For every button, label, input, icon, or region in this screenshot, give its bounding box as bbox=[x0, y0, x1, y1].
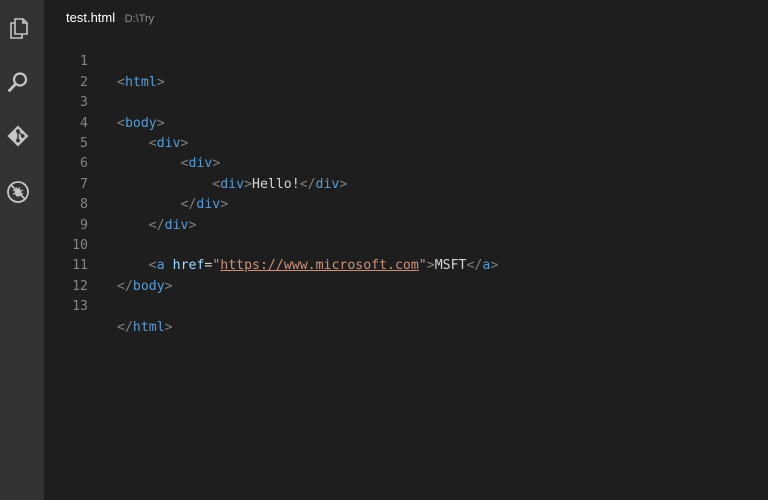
code-line: 4 <div> bbox=[44, 93, 768, 151]
vscode-window: test.html D:\Try 1 <html> 2 3 <body> 4 <… bbox=[0, 0, 768, 500]
tag-name: html bbox=[132, 319, 165, 335]
editor-pane: test.html D:\Try 1 <html> 2 3 <body> 4 <… bbox=[44, 0, 768, 500]
code-line: 9 bbox=[44, 195, 768, 233]
code-line: 11 </body> bbox=[44, 236, 768, 293]
debug-icon[interactable] bbox=[6, 180, 30, 204]
code-line: 7 </div> bbox=[44, 154, 768, 212]
file-path: D:\Try bbox=[124, 13, 155, 25]
code-line: 6 <div>Hello!</div> bbox=[44, 134, 768, 191]
code-line: 13 </html> bbox=[44, 277, 768, 334]
code-line: 5 <div> bbox=[44, 114, 768, 171]
code-line: 3 <body> bbox=[44, 73, 768, 130]
code-editor[interactable]: 1 <html> 2 3 <body> 4 <div> 5 <div> 6 <d… bbox=[44, 32, 768, 334]
code-line: 1 <html> bbox=[44, 32, 768, 89]
code-line: 10 <a href="https://www.microsoft.com">M… bbox=[44, 216, 768, 273]
code-line: 12 bbox=[44, 256, 768, 294]
bracket: > bbox=[164, 319, 173, 335]
files-icon[interactable] bbox=[6, 16, 30, 40]
file-title: test.html D:\Try bbox=[66, 9, 154, 27]
line-number: 13 bbox=[72, 299, 88, 315]
code-line: 2 bbox=[44, 52, 768, 90]
search-icon[interactable] bbox=[6, 70, 30, 94]
git-icon[interactable] bbox=[6, 124, 30, 148]
file-name[interactable]: test.html bbox=[66, 10, 115, 25]
bracket: </ bbox=[117, 319, 133, 335]
code-line: 8 </div> bbox=[44, 175, 768, 232]
activity-bar bbox=[0, 0, 44, 500]
